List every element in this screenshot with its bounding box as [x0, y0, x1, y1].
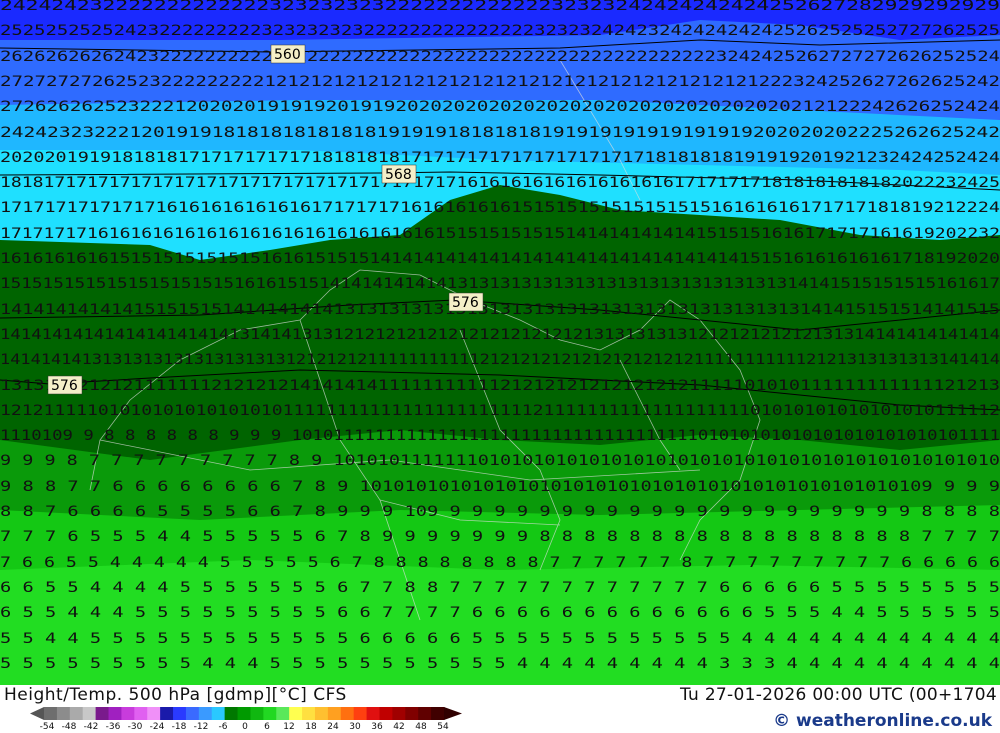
colorbar-cell — [69, 707, 84, 720]
colorbar-cell — [147, 707, 161, 720]
colorbar-cell — [431, 707, 445, 720]
credit-link[interactable]: © weatheronline.co.uk — [773, 711, 992, 731]
colorbar-cell — [379, 707, 393, 720]
colorbar-cell — [366, 707, 380, 720]
grid-row: 5 5 5 5 5 5 5 5 5 4 4 4 5 5 5 5 5 5 5 5 … — [0, 656, 1000, 672]
colorbar-tick: 42 — [393, 722, 405, 732]
colorbar-cell — [82, 707, 97, 720]
colorbar-tick: 18 — [305, 722, 317, 732]
grid-row: 2727272726252322222222212121212121212121… — [0, 74, 1000, 90]
colorbar-right-arrow — [444, 707, 462, 720]
colorbar-cell — [353, 707, 368, 720]
colorbar-cell — [134, 707, 148, 720]
colorbar-tick: -30 — [127, 722, 143, 732]
grid-row: 1818171717171717171717171717171717171717… — [0, 175, 1000, 191]
grid-row: 2626262626242322222222222222222222222222… — [0, 49, 1000, 65]
colorbar-cell — [173, 707, 187, 720]
contour-label-576-center-text: 576 — [452, 295, 479, 311]
grid-row: 7 6 6 5 5 4 4 4 4 4 5 5 5 5 5 6 7 8 8 8 … — [0, 555, 1000, 571]
grid-row: 2525252525242322222222232323232322222222… — [0, 23, 1000, 39]
colorbar-tick: 0 — [242, 722, 248, 732]
colorbar-cell — [237, 707, 251, 720]
colorbar-cell — [44, 707, 58, 720]
grid-row: 1110109 9 8 8 8 8 8 8 9 9 9 101011111111… — [0, 428, 1000, 444]
colorbar-cell — [198, 707, 213, 720]
temperature-colorbar — [30, 707, 462, 720]
colorbar-tick: 24 — [327, 722, 339, 732]
grid-row: 1717171717171716161616161616171717171616… — [0, 200, 1000, 216]
colorbar-cell — [121, 707, 135, 720]
colorbar-tick: 30 — [349, 722, 361, 732]
colorbar-cell — [289, 707, 303, 720]
colorbar-cell — [405, 707, 419, 720]
colorbar-cell — [224, 707, 239, 720]
grid-row: 1313121212121111111212121214141414111111… — [0, 378, 1000, 394]
grid-row: 1616161616151515151515151616151515141414… — [0, 251, 1000, 267]
grid-row: 2020201919181818171717171717181818181717… — [0, 150, 1000, 166]
contour-label-576-left-text: 576 — [51, 378, 78, 394]
colorbar-tick: -6 — [218, 722, 228, 732]
contour-label-568: 568 — [381, 164, 417, 184]
contour-label-576-left: 576 — [47, 375, 83, 395]
forecast-datetime: Tu 27-01-2026 00:00 UTC (00+1704 — [679, 685, 997, 705]
grid-row: 1212111110101010101010101011111111111111… — [0, 403, 1000, 419]
colorbar-left-arrow — [30, 707, 44, 720]
contour-label-560: 560 — [270, 44, 306, 64]
colorbar-tick: -24 — [149, 722, 165, 732]
colorbar-tick: 12 — [283, 722, 295, 732]
grid-row: 2424242322222222222223232323232222222222… — [0, 0, 1000, 14]
grid-row: 1414141413131313131313131313121212121111… — [0, 352, 1000, 368]
grid-row: 2726262625232221202020191919201919202020… — [0, 99, 1000, 115]
grid-row: 1414141414141414141414131414131312121212… — [0, 327, 1000, 343]
colorbar-tick: 36 — [371, 722, 383, 732]
colorbar-cell — [108, 707, 122, 720]
colorbar-tick: 6 — [264, 722, 270, 732]
grid-row: 9 8 8 7 7 6 6 6 6 6 6 6 6 7 8 9 10101010… — [0, 479, 1000, 495]
contour-label-560-text: 560 — [274, 47, 301, 63]
colorbar-tick: -54 — [39, 722, 55, 732]
colorbar-tick: -48 — [61, 722, 77, 732]
grid-row: 1717171716161616161616161616161616161616… — [0, 226, 1000, 242]
map-canvas: 2424242322222222222223232323232222222222… — [0, 0, 1000, 685]
contour-label-568-text: 568 — [385, 167, 412, 183]
colorbar-cell — [340, 707, 355, 720]
weather-map: 2424242322222222222223232323232222222222… — [0, 0, 1000, 685]
grid-row: 1414141414141515151514141414141313131313… — [0, 302, 1000, 318]
colorbar-tick: 54 — [437, 722, 449, 732]
map-footer: Height/Temp. 500 hPa [gdmp][°C] CFS Tu 2… — [0, 685, 1000, 733]
colorbar-tick-labels: -54 -48 -42 -36 -30 -24 -18 -12 -6 0 6 12 18 24 30 36 42… — [36, 722, 454, 732]
colorbar-tick: -42 — [83, 722, 99, 732]
colorbar-cell — [56, 707, 71, 720]
colorbar-cell — [250, 707, 264, 720]
colorbar-tick: -18 — [171, 722, 187, 732]
colorbar-cell — [160, 707, 174, 720]
colorbar-cell — [276, 707, 290, 720]
grid-row: 6 5 5 4 4 4 5 5 5 5 5 5 5 5 5 6 6 7 7 7 … — [0, 605, 1000, 621]
colorbar-cell — [211, 707, 226, 720]
grid-row: 5 5 4 4 5 5 5 5 5 5 5 5 5 5 5 5 6 6 6 6 … — [0, 631, 1000, 647]
colorbar-cell — [95, 707, 110, 720]
grid-row: 8 8 7 6 6 6 6 5 5 5 5 6 6 7 8 9 9 9 109 … — [0, 504, 1000, 520]
colorbar-tick: -36 — [105, 722, 121, 732]
colorbar-cell — [185, 707, 200, 720]
colorbar-cell — [392, 707, 406, 720]
grid-row: 7 7 7 6 5 5 5 4 4 5 5 5 5 5 6 7 8 9 9 9 … — [0, 529, 1000, 545]
grid-row: 6 6 5 5 4 4 4 4 5 5 5 5 5 5 5 6 7 7 8 8 … — [0, 580, 1000, 596]
colorbar-tick: 48 — [415, 722, 427, 732]
grid-row: 9 9 9 8 7 7 7 7 7 7 7 7 7 8 9 1010101111… — [0, 453, 1000, 469]
colorbar-cell — [314, 707, 329, 720]
grid-row: 1515151515151515151515161615151414141414… — [0, 276, 1000, 292]
colorbar-cell — [302, 707, 316, 720]
map-title: Height/Temp. 500 hPa [gdmp][°C] CFS — [4, 685, 347, 705]
colorbar-cell — [327, 707, 342, 720]
colorbar-cell — [263, 707, 277, 720]
colorbar-tick: -12 — [193, 722, 209, 732]
colorbar-cell — [418, 707, 432, 720]
contour-label-576-center: 576 — [448, 292, 484, 312]
grid-row: 2424232322212019191818181818181819191918… — [0, 125, 1000, 141]
